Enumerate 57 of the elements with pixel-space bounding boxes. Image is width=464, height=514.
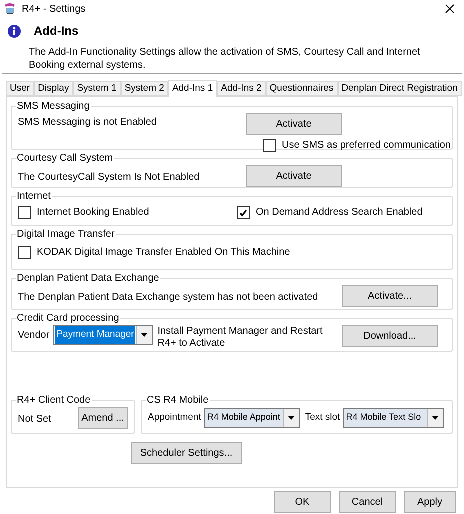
checkbox[interactable]: [237, 206, 250, 219]
checkbox-label: Internet Booking Enabled: [37, 206, 150, 220]
checkbox[interactable]: [18, 206, 31, 219]
tab[interactable]: Add-Ins 1: [168, 80, 218, 97]
dropdown[interactable]: R4 Mobile Text Slo: [343, 408, 444, 428]
push-button[interactable]: Scheduler Settings...: [131, 442, 242, 464]
push-button[interactable]: Activate: [246, 113, 342, 135]
tab[interactable]: Add-Ins 2: [217, 81, 266, 96]
field-label: Text slot: [305, 410, 340, 425]
push-button[interactable]: Activate: [246, 165, 342, 187]
status-text: The Denplan Patient Data Exchange system has not been activated: [18, 290, 320, 304]
field-label: Vendor: [18, 329, 50, 343]
checkbox-label: KODAK Digital Image Transfer Enabled On This Machine: [37, 246, 290, 260]
status-text: Not Set: [18, 412, 52, 426]
tab[interactable]: User: [6, 81, 34, 96]
dropdown-value: R4 Mobile Appoint: [205, 409, 284, 427]
checkbox[interactable]: [18, 246, 31, 259]
push-button[interactable]: OK: [274, 491, 331, 513]
push-button[interactable]: Apply: [404, 491, 456, 513]
tab[interactable]: Questionnaires: [266, 81, 338, 96]
group-title: CS R4 Mobile: [146, 394, 210, 407]
status-text: SMS Messaging is not Enabled: [18, 116, 158, 130]
tab[interactable]: Display: [34, 81, 74, 96]
push-button[interactable]: Download...: [342, 325, 438, 347]
group-title: Internet: [16, 190, 52, 203]
info-icon: [8, 24, 21, 38]
tab[interactable]: System 2: [120, 81, 168, 96]
tab[interactable]: Denplan Direct Registration: [338, 81, 462, 96]
section-title: Add-Ins: [34, 23, 79, 40]
field-label: Appointment: [148, 410, 202, 425]
group-title: Courtesy Call System: [16, 152, 114, 165]
dropdown-value: Payment Manager: [54, 326, 135, 344]
caret-icon: [288, 416, 296, 420]
group-title: Credit Card processing: [16, 312, 120, 325]
dropdown[interactable]: R4 Mobile Appoint: [204, 408, 300, 428]
push-button[interactable]: Cancel: [339, 491, 396, 513]
caret-icon: [140, 333, 148, 337]
close-icon: [445, 4, 455, 14]
checkbox[interactable]: [263, 139, 276, 152]
status-text: The CourtesyCall System Is Not Enabled: [18, 170, 201, 184]
group-title: SMS Messaging: [16, 100, 91, 113]
window-title: R4+ - Settings: [22, 2, 87, 16]
group-title: Denplan Patient Data Exchange: [16, 272, 160, 285]
app-icon: [4, 3, 16, 15]
dropdown-value: R4 Mobile Text Slo: [344, 409, 428, 427]
dropdown[interactable]: Payment Manager: [52, 325, 153, 345]
push-button[interactable]: Activate...: [342, 285, 438, 307]
note-text: Install Payment Manager and Restart R4+ to Activate: [158, 325, 324, 350]
checkbox-label: Use SMS as preferred communication: [282, 139, 451, 153]
description: The Add-In Functionality Settings allow the activation of SMS, Courtesy Call and Internet Booking external systems.: [28, 46, 422, 72]
group-title: R4+ Client Code: [16, 394, 92, 407]
tab[interactable]: System 1: [73, 81, 121, 96]
push-button[interactable]: Amend ...: [78, 407, 128, 429]
check-icon: [239, 208, 248, 216]
group-title: Digital Image Transfer: [16, 228, 116, 241]
checkbox-label: On Demand Address Search Enabled: [256, 206, 423, 220]
caret-icon: [432, 416, 440, 420]
